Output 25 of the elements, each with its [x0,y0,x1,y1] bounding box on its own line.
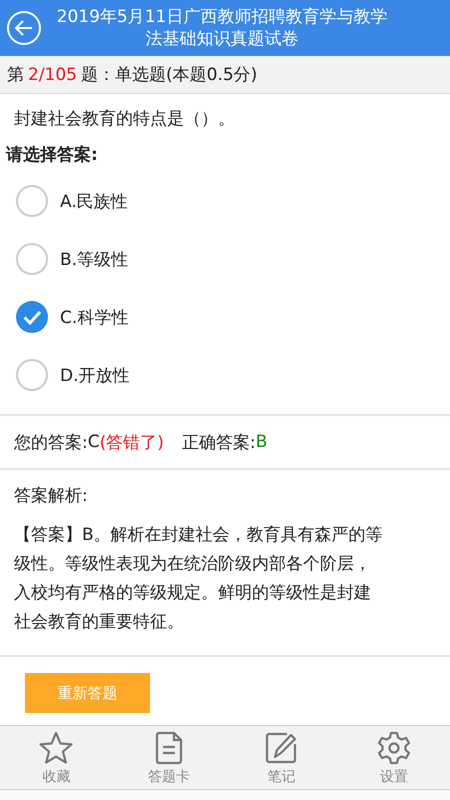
correct-answer-label: 正确答案: [182,432,256,454]
answer-option[interactable]: B.等级性 [0,230,144,288]
question-prefix: 第 [7,64,24,86]
bottom-tab[interactable]: 设置 [338,726,450,789]
retry-button[interactable]: 重新答题 [25,673,150,713]
bottom-tab[interactable]: 收藏 [0,726,112,789]
answer-option[interactable]: A.民族性 [0,172,144,230]
back-icon[interactable] [6,10,42,46]
your-answer-label: 您的答案: [14,432,88,454]
question-type: 题：单选题(本题0.5分) [81,64,258,86]
bottom-tab[interactable]: 笔记 [225,726,338,789]
answer-prompt: 请选择答案: [4,144,99,167]
question-text: 封建社会教育的特点是（）。 [13,108,236,130]
correct-answer-value: B [256,432,268,452]
analysis-title: 答案解析: [13,485,89,507]
star-icon [38,730,74,766]
question-number: 2/105 [28,64,77,84]
answer-option[interactable]: D.开放性 [0,346,146,404]
settings-icon [376,730,412,766]
answer-option[interactable]: C.科学性 [0,288,144,346]
bottom-tab[interactable]: 答题卡 [112,726,225,789]
page-title: 2019年5月11日广西教师招聘教育学与教学法基础知识真题试卷 [56,6,388,50]
your-answer-value: C [88,432,100,452]
wrong-verdict: (答错了) [100,432,164,454]
analysis-text: 【答案】B。解析在封建社会，教育具有森严的等级性。等级性表现为在统治阶级内部各个阶层，入校均有严格的等级规定。鲜明的等级性是封建社会教育的重要特征。 [13,524,384,634]
